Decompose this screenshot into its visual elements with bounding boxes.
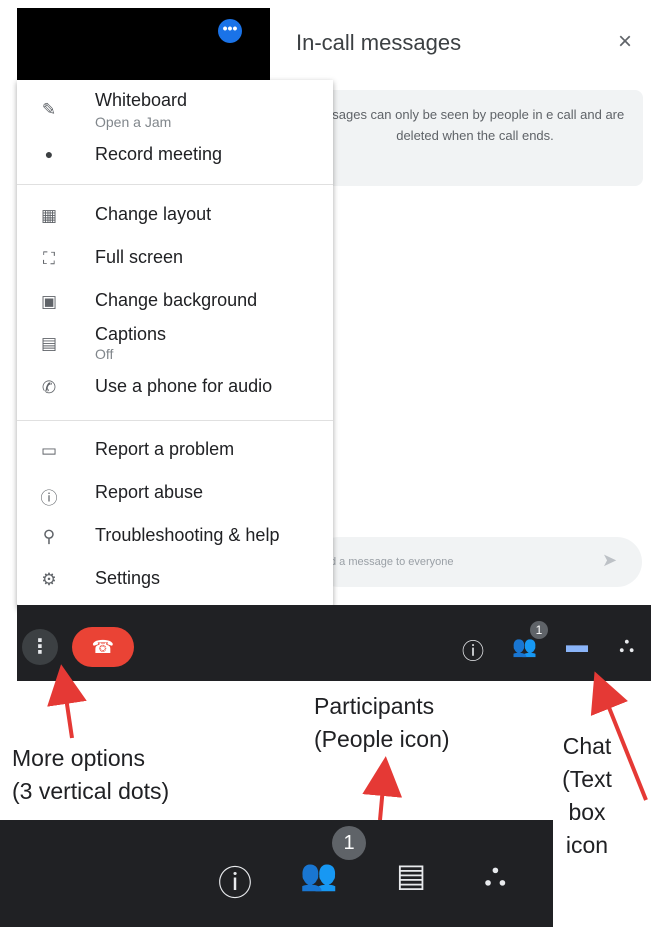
activities-icon[interactable]: ⛬ (484, 856, 506, 894)
arrow-participants (362, 756, 403, 821)
annotation-line: Chat (562, 733, 612, 759)
annotation-chat: Chat (Text box icon (556, 730, 618, 862)
annotation-line: icon (565, 832, 609, 858)
annotation-line: More options (12, 745, 145, 771)
arrow-more-options (47, 664, 87, 739)
annotation-line: (People icon) (314, 726, 450, 752)
zoomed-controls-bar (0, 820, 553, 927)
annotation-line: Participants (314, 693, 435, 719)
annotation-line: (3 vertical dots) (12, 778, 170, 804)
annotation-line: (Text (562, 766, 612, 792)
participants-count-badge: 1 (332, 826, 366, 860)
annotation-participants: Participants (People icon) (314, 690, 450, 756)
annotation-line: box (568, 799, 606, 825)
people-icon[interactable]: 👥 (300, 858, 337, 893)
info-icon[interactable]: ⓘ (218, 856, 252, 905)
chat-icon[interactable]: ▤ (396, 856, 426, 894)
annotation-more-options: More options (3 vertical dots) (12, 742, 169, 808)
